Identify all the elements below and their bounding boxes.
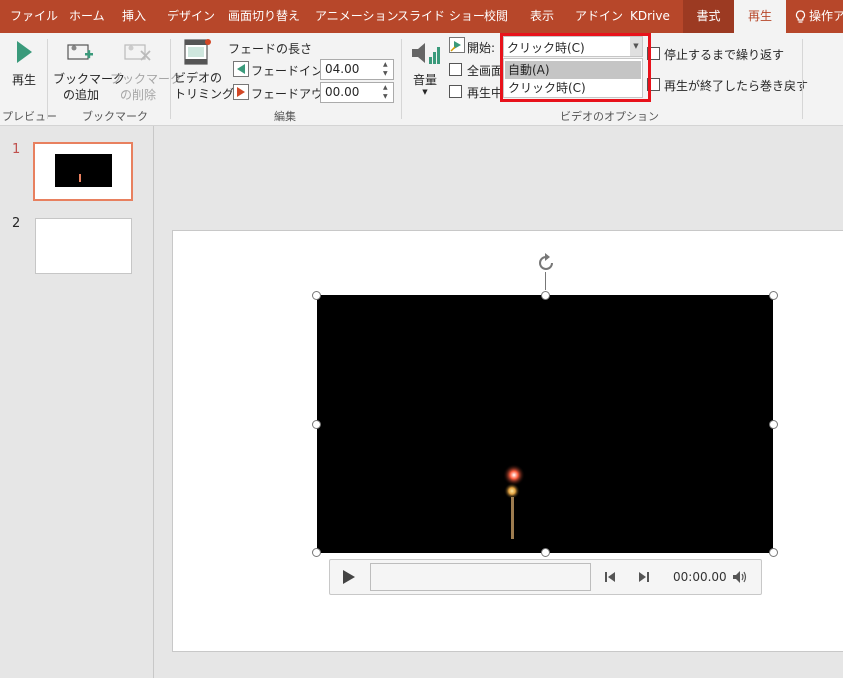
fade-out-spinner[interactable]: 00.00 ▲ ▼ bbox=[320, 82, 394, 103]
fade-out-value: 00.00 bbox=[325, 85, 360, 99]
resize-handle-left[interactable] bbox=[312, 420, 321, 429]
highlight-box bbox=[500, 33, 651, 102]
start-icon bbox=[449, 37, 465, 53]
fade-in-value: 04.00 bbox=[325, 62, 360, 76]
group-label-video-options: ビデオのオプション bbox=[560, 110, 659, 123]
play-label: 再生 bbox=[11, 73, 36, 87]
hide-while-not-playing-label: 再生中 bbox=[467, 86, 504, 100]
hide-while-not-playing-checkbox[interactable] bbox=[449, 85, 462, 98]
tab-transitions[interactable]: 画面切り替え bbox=[228, 0, 300, 33]
slide-number: 1 bbox=[12, 142, 21, 157]
resize-handle-top-left[interactable] bbox=[312, 291, 321, 300]
time-display: 00:00.00 bbox=[673, 570, 727, 584]
tab-slideshow[interactable]: スライド ショー bbox=[397, 0, 485, 33]
fade-in-icon bbox=[233, 61, 249, 77]
firework-image bbox=[503, 464, 525, 539]
loop-label: 停止するまで繰り返す bbox=[664, 48, 785, 62]
seek-bar[interactable] bbox=[370, 563, 591, 591]
play-button[interactable]: 再生 bbox=[8, 39, 40, 88]
tell-me-label: 操作ア bbox=[809, 9, 843, 23]
tab-review[interactable]: 校閲 bbox=[484, 0, 508, 33]
ribbon-tab-bar: ファイル ホーム 挿入 デザイン 画面切り替え アニメーション スライド ショー… bbox=[0, 0, 843, 33]
tab-format[interactable]: 書式 bbox=[683, 0, 734, 33]
rotate-handle-icon[interactable] bbox=[535, 252, 557, 274]
remove-bookmark-label-2: の削除 bbox=[119, 88, 156, 102]
add-bookmark-icon bbox=[67, 44, 93, 60]
group-label-bookmark: ブックマーク bbox=[82, 110, 148, 123]
slide-number: 2 bbox=[12, 216, 21, 231]
add-bookmark-label-2: の追加 bbox=[62, 88, 99, 102]
trim-video-label-1: ビデオの bbox=[174, 71, 223, 85]
chevron-down-icon: ▼ bbox=[422, 88, 428, 96]
fullscreen-checkbox[interactable] bbox=[449, 63, 462, 76]
play-icon bbox=[17, 41, 32, 63]
add-bookmark-label-1: ブックマーク bbox=[53, 72, 126, 86]
tab-home[interactable]: ホーム bbox=[69, 0, 105, 33]
resize-handle-top-right[interactable] bbox=[769, 291, 778, 300]
step-back-icon[interactable] bbox=[604, 571, 616, 583]
ribbon: 再生 プレビュー ブックマーク の追加 ブックマーク の削除 ブックマーク ビデ… bbox=[0, 33, 843, 126]
resize-handle-top[interactable] bbox=[541, 291, 550, 300]
trim-video-button[interactable]: ビデオの トリミング bbox=[174, 37, 235, 102]
play-icon[interactable] bbox=[342, 569, 356, 585]
fade-in-label: フェードイン: bbox=[251, 64, 328, 78]
video-thumbnail bbox=[55, 154, 112, 187]
resize-handle-bottom[interactable] bbox=[541, 548, 550, 557]
tab-playback[interactable]: 再生 bbox=[734, 0, 786, 33]
spin-up-icon[interactable]: ▲ bbox=[383, 62, 391, 68]
remove-bookmark-button[interactable]: ブックマーク の削除 bbox=[110, 39, 183, 103]
tab-insert[interactable]: 挿入 bbox=[122, 0, 146, 33]
tab-kdrive[interactable]: KDrive bbox=[630, 0, 670, 33]
spin-down-icon[interactable]: ▼ bbox=[383, 94, 391, 100]
slide-thumbnail-pane: 1 2 bbox=[0, 126, 154, 678]
tab-addins[interactable]: アドイン bbox=[575, 0, 623, 33]
tab-design[interactable]: デザイン bbox=[167, 0, 215, 33]
tell-me-box[interactable]: 操作ア bbox=[795, 0, 843, 33]
group-label-preview: プレビュー bbox=[2, 110, 57, 123]
tab-file[interactable]: ファイル bbox=[10, 0, 58, 33]
fade-duration-title: フェードの長さ bbox=[228, 42, 313, 56]
slide-thumbnail-1[interactable] bbox=[33, 142, 133, 201]
remove-bookmark-icon bbox=[124, 44, 151, 61]
resize-handle-bottom-right[interactable] bbox=[769, 548, 778, 557]
rotate-handle-line bbox=[545, 272, 546, 290]
trim-video-label-2: トリミング bbox=[174, 87, 235, 101]
step-forward-icon[interactable] bbox=[638, 571, 650, 583]
add-bookmark-button[interactable]: ブックマーク の追加 bbox=[53, 39, 126, 103]
video-frame[interactable] bbox=[317, 295, 773, 553]
group-separator bbox=[802, 39, 803, 119]
trim-video-icon bbox=[184, 39, 211, 65]
spin-up-icon[interactable]: ▲ bbox=[383, 85, 391, 91]
group-separator bbox=[47, 39, 48, 119]
volume-button[interactable]: 音量 ▼ bbox=[408, 39, 442, 96]
tab-animations[interactable]: アニメーション bbox=[315, 0, 399, 33]
volume-label: 音量 bbox=[412, 73, 437, 87]
remove-bookmark-label-1: ブックマーク bbox=[110, 72, 183, 86]
group-label-edit: 編集 bbox=[274, 110, 296, 123]
fade-out-icon bbox=[233, 84, 249, 100]
spin-down-icon[interactable]: ▼ bbox=[383, 71, 391, 77]
volume-icon[interactable] bbox=[732, 570, 749, 584]
group-separator bbox=[401, 39, 402, 119]
rewind-label: 再生が終了したら巻き戻す bbox=[664, 79, 809, 93]
volume-icon bbox=[412, 43, 440, 64]
fullscreen-label: 全画面 bbox=[467, 64, 504, 78]
resize-handle-right[interactable] bbox=[769, 420, 778, 429]
group-separator bbox=[170, 39, 171, 119]
start-label: 開始: bbox=[467, 41, 496, 55]
slide-thumbnail-2[interactable] bbox=[35, 218, 132, 274]
tab-view[interactable]: 表示 bbox=[530, 0, 554, 33]
lightbulb-icon bbox=[795, 9, 806, 23]
resize-handle-bottom-left[interactable] bbox=[312, 548, 321, 557]
media-control-bar: 00:00.00 bbox=[329, 559, 762, 595]
fade-in-spinner[interactable]: 04.00 ▲ ▼ bbox=[320, 59, 394, 80]
